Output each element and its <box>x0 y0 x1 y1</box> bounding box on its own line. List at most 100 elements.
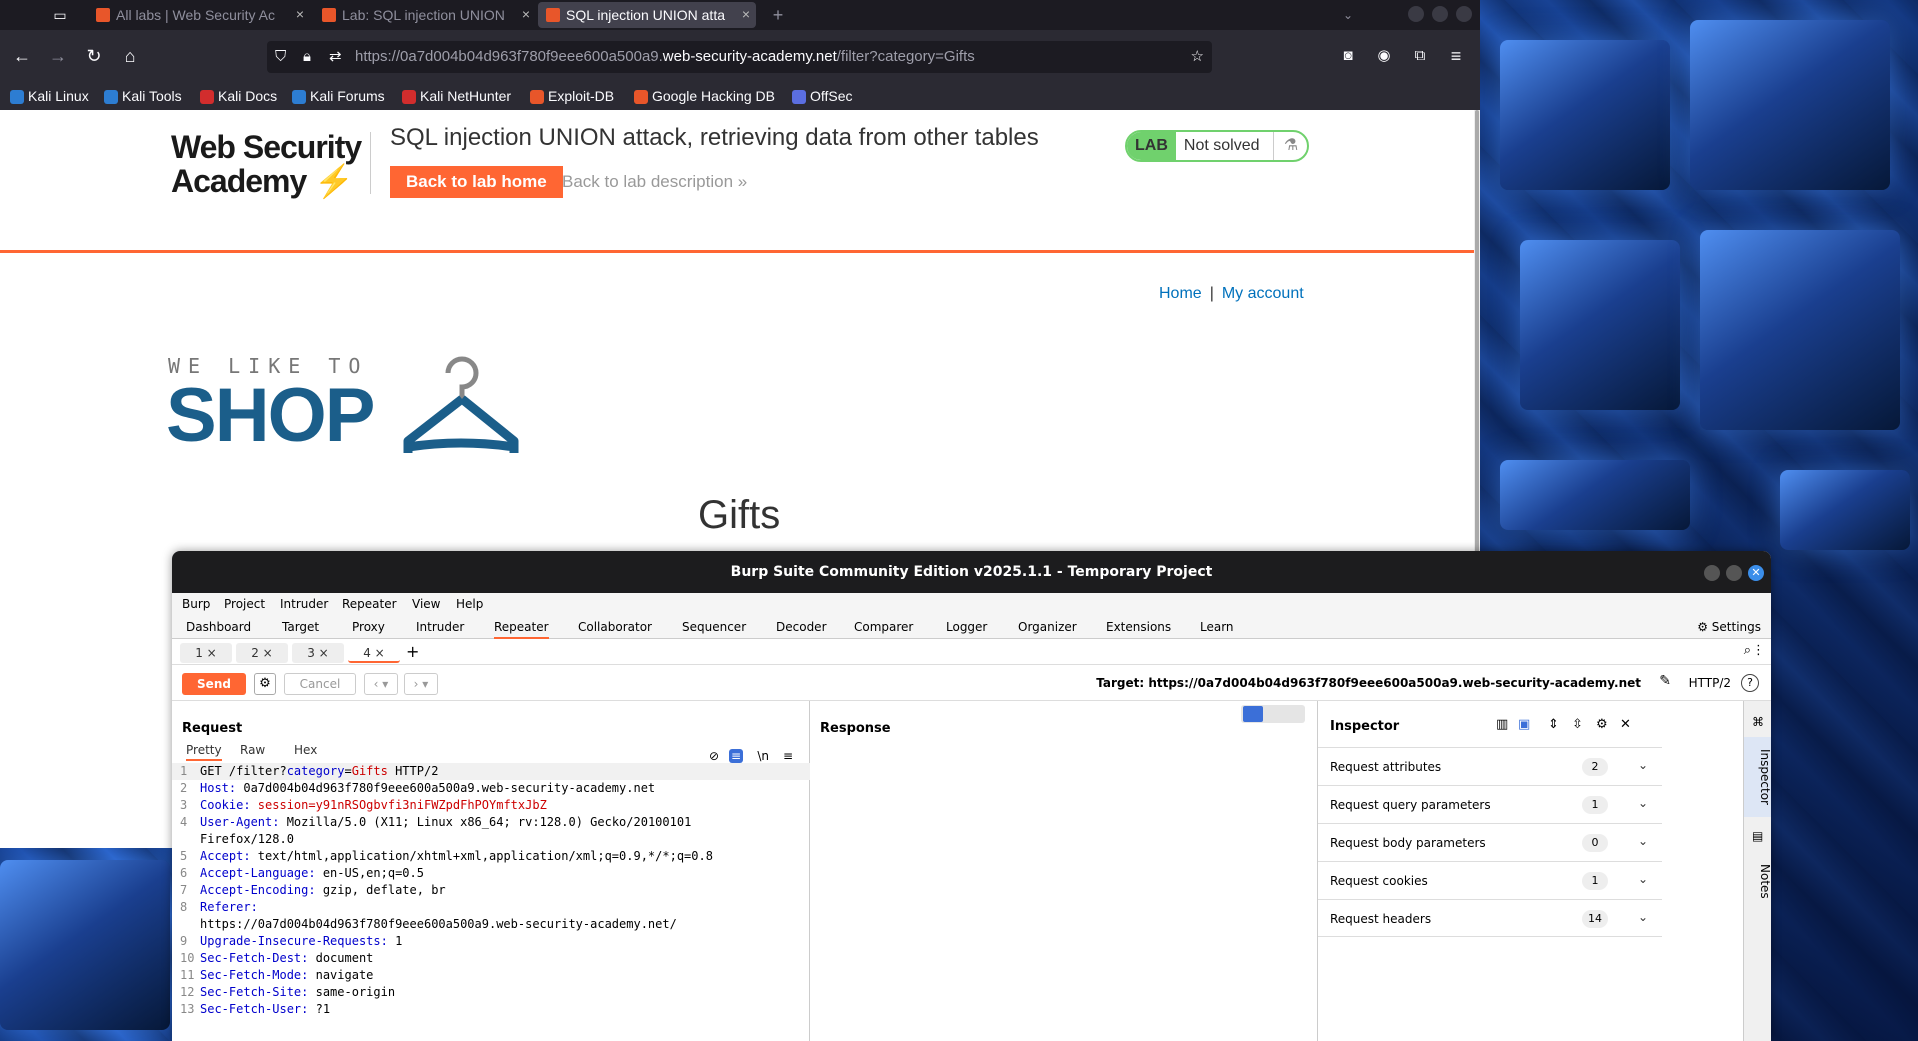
help-icon[interactable]: ? <box>1741 674 1759 692</box>
pocket-icon[interactable]: ◙ <box>1336 44 1360 68</box>
wrap-icon[interactable]: ≡ <box>728 749 743 763</box>
layout-toggle[interactable] <box>1241 705 1305 723</box>
inspector-row[interactable]: Request headers 14 ⌄ <box>1318 899 1662 937</box>
bookmark-item[interactable]: Kali NetHunter <box>402 88 511 104</box>
minimize-button[interactable] <box>1704 565 1720 581</box>
tab-raw[interactable]: Raw <box>240 743 265 757</box>
tab-list-icon[interactable]: ▭ <box>48 3 72 27</box>
back-to-lab-home-button[interactable]: Back to lab home <box>390 166 563 198</box>
back-to-lab-description-link[interactable]: Back to lab description » <box>562 172 747 192</box>
permissions-icon[interactable]: ⇄ <box>329 41 342 73</box>
tab-proxy[interactable]: Proxy <box>352 620 385 634</box>
new-tab-button[interactable]: + <box>766 3 790 27</box>
gear-icon[interactable]: ⚙ <box>1596 717 1608 732</box>
repeater-tab-active[interactable]: 4 × <box>348 643 400 663</box>
tab-decoder[interactable]: Decoder <box>776 620 827 634</box>
browser-tab-active[interactable]: SQL injection UNION atta × <box>538 2 756 28</box>
tab-collaborator[interactable]: Collaborator <box>578 620 652 634</box>
repeater-tab[interactable]: 2 × <box>236 643 288 663</box>
inspector-row[interactable]: Request body parameters 0 ⌄ <box>1318 823 1662 861</box>
tab-logger[interactable]: Logger <box>946 620 987 634</box>
more-options-icon[interactable]: ⋮ <box>1752 643 1765 658</box>
bookmark-item[interactable]: Google Hacking DB <box>634 88 775 104</box>
tab-learn[interactable]: Learn <box>1200 620 1234 634</box>
inspector-row[interactable]: Request attributes 2 ⌄ <box>1318 747 1662 785</box>
inspector-row[interactable]: Request cookies 1 ⌄ <box>1318 861 1662 899</box>
minimize-button[interactable] <box>1408 6 1424 22</box>
http-version[interactable]: HTTP/2 <box>1689 676 1731 690</box>
browser-tab[interactable]: Lab: SQL injection UNION × <box>314 2 536 28</box>
close-icon[interactable]: × <box>742 6 750 22</box>
maximize-button[interactable] <box>1726 565 1742 581</box>
bookmark-item[interactable]: OffSec <box>792 88 853 104</box>
request-editor[interactable]: 1 GET /filter?category=Gifts HTTP/2 2 Host… <box>172 763 810 1018</box>
horizontal-view-icon[interactable] <box>1263 706 1283 722</box>
bookmark-item[interactable]: Kali Linux <box>10 88 89 104</box>
bookmark-item[interactable]: Exploit-DB <box>530 88 614 104</box>
home-icon[interactable]: ⌂ <box>118 44 142 68</box>
menu-icon[interactable]: ≡ <box>1444 44 1468 68</box>
pencil-icon[interactable]: ✎ <box>1659 673 1671 689</box>
extensions-icon[interactable]: ⧉ <box>1408 44 1432 68</box>
settings-button[interactable]: ⚙ Settings <box>1697 620 1761 634</box>
forward-arrow-icon[interactable]: → <box>46 44 70 68</box>
layout-icon[interactable]: ▥ <box>1496 717 1508 732</box>
tab-sequencer[interactable]: Sequencer <box>682 620 746 634</box>
inspector-side-tab[interactable]: Inspector <box>1744 737 1771 817</box>
tab-target[interactable]: Target <box>282 620 319 634</box>
maximize-button[interactable] <box>1432 6 1448 22</box>
layout-active-icon[interactable]: ▣ <box>1518 717 1530 732</box>
browser-tab[interactable]: All labs | Web Security Ac × <box>88 2 310 28</box>
web-security-academy-logo[interactable]: Web Security Academy ⚡ <box>171 130 362 198</box>
chevron-down-icon[interactable]: ⌄ <box>1336 3 1360 27</box>
tabs-view-icon[interactable] <box>1283 706 1303 722</box>
lock-icon[interactable]: 🔒︎ <box>303 41 311 73</box>
bookmark-item[interactable]: Kali Docs <box>200 88 277 104</box>
tab-extensions[interactable]: Extensions <box>1106 620 1171 634</box>
my-account-link[interactable]: My account <box>1222 285 1304 302</box>
menu-help[interactable]: Help <box>456 597 483 611</box>
back-arrow-icon[interactable]: ← <box>10 44 34 68</box>
close-window-button[interactable] <box>1456 6 1472 22</box>
bookmark-item[interactable]: Kali Tools <box>104 88 182 104</box>
add-tab-icon[interactable]: + <box>406 642 419 661</box>
bookmark-star-icon[interactable]: ☆ <box>1191 41 1204 73</box>
tab-pretty[interactable]: Pretty <box>186 743 222 761</box>
tab-hex[interactable]: Hex <box>294 743 317 757</box>
close-icon[interactable]: × <box>296 6 304 22</box>
menu-project[interactable]: Project <box>224 597 265 611</box>
search-icon[interactable]: ⌕ <box>1744 643 1751 658</box>
tab-intruder[interactable]: Intruder <box>416 620 464 634</box>
home-link[interactable]: Home <box>1159 285 1202 302</box>
collapse-all-icon[interactable]: ⇳ <box>1572 717 1583 732</box>
tab-comparer[interactable]: Comparer <box>854 620 913 634</box>
url-bar[interactable]: ⛉ 🔒︎ ⇄ https://0a7d004b04d963f780f9eee60… <box>267 41 1212 73</box>
tab-organizer[interactable]: Organizer <box>1018 620 1077 634</box>
tab-dashboard[interactable]: Dashboard <box>186 620 251 634</box>
inspector-side-icon[interactable]: ⌘ <box>1752 715 1764 729</box>
notes-side-tab[interactable]: Notes <box>1744 851 1771 911</box>
hide-icon[interactable]: ⊘ <box>709 749 719 763</box>
expand-all-icon[interactable]: ⇕ <box>1548 717 1559 732</box>
close-icon[interactable]: ✕ <box>1748 565 1764 581</box>
bookmark-item[interactable]: Kali Forums <box>292 88 385 104</box>
repeater-tab[interactable]: 3 × <box>292 643 344 663</box>
menu-view[interactable]: View <box>412 597 440 611</box>
tab-repeater[interactable]: Repeater <box>494 620 549 639</box>
close-icon[interactable]: × <box>522 6 530 22</box>
notes-icon[interactable]: ▤ <box>1752 829 1763 843</box>
reload-icon[interactable]: ↻ <box>82 44 106 68</box>
menu-intruder[interactable]: Intruder <box>280 597 328 611</box>
shield-icon[interactable]: ⛉ <box>275 41 286 73</box>
menu-repeater[interactable]: Repeater <box>342 597 397 611</box>
close-icon[interactable]: ✕ <box>1620 717 1631 732</box>
newline-icon[interactable]: \n <box>757 749 769 763</box>
line-number: 11 <box>180 968 195 982</box>
split-view-icon[interactable] <box>1243 706 1263 722</box>
account-icon[interactable]: ◉ <box>1372 44 1396 68</box>
repeater-tab[interactable]: 1 × <box>180 643 232 663</box>
shop-logo[interactable]: SHOP <box>166 372 375 459</box>
menu-burp[interactable]: Burp <box>182 597 210 611</box>
inspector-row[interactable]: Request query parameters 1 ⌄ <box>1318 785 1662 823</box>
menu-icon[interactable]: ≡ <box>783 749 793 763</box>
